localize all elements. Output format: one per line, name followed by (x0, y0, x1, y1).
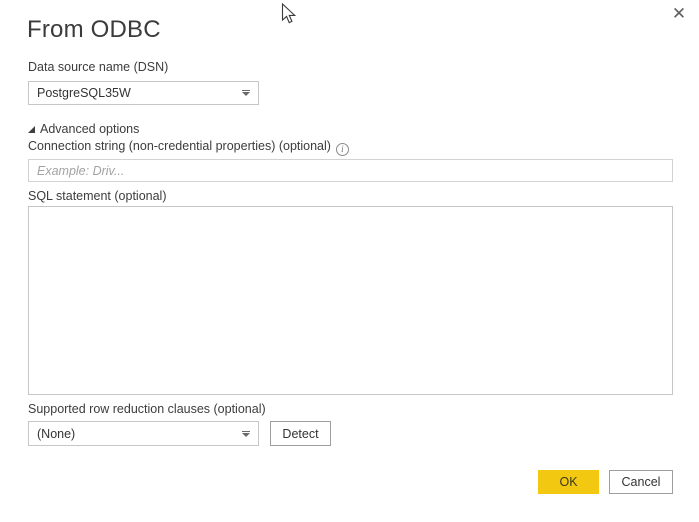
collapse-triangle-icon (28, 126, 35, 133)
sql-statement-label: SQL statement (optional) (28, 189, 167, 203)
mouse-cursor (281, 3, 297, 24)
info-icon[interactable]: i (335, 143, 349, 156)
connection-string-label: Connection string (non-credential proper… (28, 139, 349, 156)
ok-button[interactable]: OK (538, 470, 599, 494)
row-reduction-label: Supported row reduction clauses (optiona… (28, 402, 266, 416)
chevron-down-icon (241, 430, 250, 437)
advanced-options-label: Advanced options (40, 122, 140, 136)
row-reduction-selected-value: (None) (37, 426, 76, 441)
dsn-dropdown[interactable]: PostgreSQL35W (28, 81, 259, 105)
cancel-button[interactable]: Cancel (609, 470, 673, 494)
dialog-title: From ODBC (27, 16, 161, 43)
dsn-selected-value: PostgreSQL35W (37, 86, 131, 100)
close-icon[interactable]: ✕ (667, 2, 691, 26)
from-odbc-dialog: ✕ From ODBC Data source name (DSN) Postg… (0, 0, 699, 522)
dsn-label: Data source name (DSN) (28, 60, 169, 74)
detect-button[interactable]: Detect (270, 421, 331, 446)
sql-statement-textarea[interactable] (28, 206, 673, 395)
row-reduction-dropdown[interactable]: (None) (28, 421, 259, 446)
advanced-options-toggle[interactable]: Advanced options (28, 122, 139, 136)
chevron-down-icon (241, 90, 250, 96)
connection-string-input[interactable] (28, 159, 673, 182)
connection-string-label-text: Connection string (non-credential proper… (28, 139, 331, 153)
